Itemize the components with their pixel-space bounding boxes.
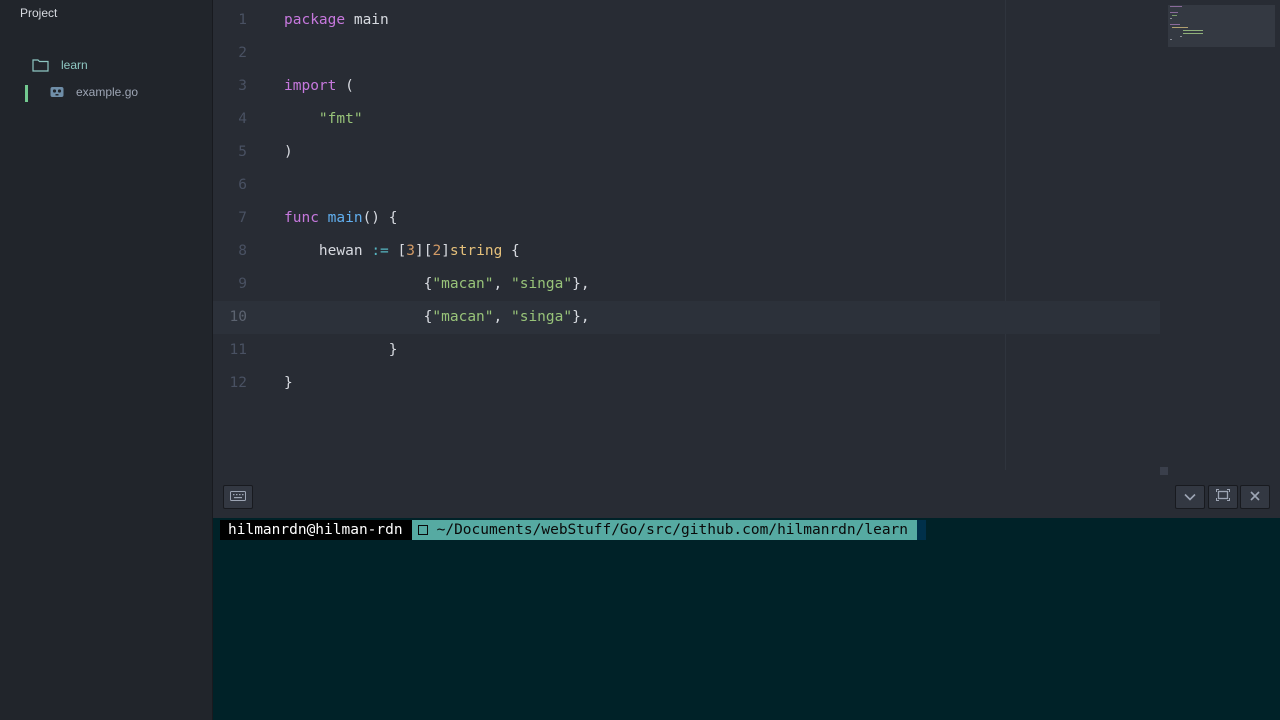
code-line[interactable]: 5) xyxy=(213,136,1160,169)
git-modified-marker xyxy=(25,85,28,102)
code-editor[interactable]: 1 package main 2 3 import (4 "fmt" 5) 6 7 func m… xyxy=(213,0,1280,478)
line-code: hewan := [3][2]string { xyxy=(284,235,520,268)
minimap[interactable] xyxy=(1168,5,1275,47)
code-token: , xyxy=(493,309,511,325)
scrollbar-corner xyxy=(1160,467,1168,475)
code-line[interactable]: 7 func main() { xyxy=(213,202,1160,235)
code-token: ( xyxy=(336,78,354,94)
code-token: } xyxy=(284,342,398,358)
code-token: string xyxy=(449,243,503,259)
atom-editor-window: Project learn example.go 1 package main … xyxy=(0,0,1280,720)
code-token: hewan xyxy=(284,243,372,259)
line-number: 2 xyxy=(238,45,247,61)
line-code: import ( xyxy=(284,70,354,103)
tree-folder-learn[interactable]: learn xyxy=(32,58,88,72)
line-code: } xyxy=(284,367,293,400)
code-token: ] xyxy=(441,243,450,259)
code-line[interactable]: 6 xyxy=(213,169,1160,202)
line-number: 1 xyxy=(238,12,247,28)
code-line[interactable]: 3 import ( xyxy=(213,70,1160,103)
prompt-path-segment: ~/Documents/webStuff/Go/src/github.com/h… xyxy=(411,520,918,540)
chevron-down-icon xyxy=(1184,488,1196,506)
prompt-path: ~/Documents/webStuff/Go/src/github.com/h… xyxy=(436,522,909,538)
maximize-icon xyxy=(1216,488,1230,506)
code-line[interactable]: 2 xyxy=(213,37,1160,70)
go-file-icon xyxy=(50,86,64,98)
code-token: "singa" xyxy=(510,276,573,292)
code-token: "singa" xyxy=(510,309,573,325)
code-token: import xyxy=(284,78,337,94)
keyboard-icon xyxy=(230,488,246,506)
code-token: 3 xyxy=(406,243,415,259)
code-token: }, xyxy=(572,276,590,292)
code-token: }, xyxy=(572,309,590,325)
code-line[interactable]: 10 {"macan", "singa"}, xyxy=(213,301,1160,334)
code-token: ) xyxy=(284,144,293,160)
line-number: 9 xyxy=(238,276,247,292)
code-token: package xyxy=(284,12,346,28)
code-token: main xyxy=(345,12,389,28)
code-line[interactable]: 1 package main xyxy=(213,4,1160,37)
code-line[interactable]: 12} xyxy=(213,367,1160,400)
code-token: } xyxy=(284,375,293,391)
tree-file-label: example.go xyxy=(76,85,139,99)
line-number: 5 xyxy=(238,144,247,160)
line-number: 8 xyxy=(238,243,247,259)
terminal-maximize-button[interactable] xyxy=(1208,485,1238,509)
close-icon xyxy=(1250,488,1260,506)
terminal-prompt: hilmanrdn@hilman-rdn ~/Documents/webStuf… xyxy=(220,520,927,540)
line-number: 4 xyxy=(238,111,247,127)
terminal-keyboard-button[interactable] xyxy=(223,485,253,509)
code-token: "fmt" xyxy=(318,111,363,127)
folder-icon xyxy=(32,58,49,72)
directory-icon xyxy=(417,525,428,535)
terminal-close-button[interactable] xyxy=(1240,485,1270,509)
code-token: { xyxy=(502,243,520,259)
code-token: [ xyxy=(388,243,407,259)
project-sidebar: Project learn example.go xyxy=(0,0,213,720)
line-code: func main() { xyxy=(284,202,398,235)
code-token: { xyxy=(284,276,433,292)
line-number: 12 xyxy=(229,375,247,391)
line-number: 3 xyxy=(238,78,247,94)
line-number: 6 xyxy=(238,177,247,193)
terminal-toolbar xyxy=(213,478,1280,518)
code-token: () { xyxy=(362,210,398,226)
terminal-cursor xyxy=(917,520,927,540)
code-token: := xyxy=(371,243,389,259)
line-code: ) xyxy=(284,136,293,169)
line-code: {"macan", "singa"}, xyxy=(284,268,590,301)
code-token: { xyxy=(284,309,433,325)
code-line[interactable]: 4 "fmt" xyxy=(213,103,1160,136)
prompt-user-host: hilmanrdn@hilman-rdn xyxy=(220,520,412,540)
code-token: "macan" xyxy=(432,276,494,292)
code-token: main xyxy=(327,210,363,226)
tree-folder-label: learn xyxy=(61,58,88,72)
line-number: 10 xyxy=(229,309,247,325)
terminal-panel[interactable]: hilmanrdn@hilman-rdn ~/Documents/webStuf… xyxy=(213,518,1280,720)
code-line[interactable]: 9 {"macan", "singa"}, xyxy=(213,268,1160,301)
code-token: 2 xyxy=(432,243,442,259)
line-code: package main xyxy=(284,4,389,37)
code-line[interactable]: 11 } xyxy=(213,334,1160,367)
line-code: "fmt" xyxy=(284,103,363,136)
code-token: "macan" xyxy=(432,309,494,325)
code-token: func xyxy=(284,210,319,226)
sidebar-title: Project xyxy=(20,6,58,20)
line-number: 7 xyxy=(238,210,247,226)
code-line[interactable]: 8 hewan := [3][2]string { xyxy=(213,235,1160,268)
tree-file-example-go[interactable]: example.go xyxy=(50,85,138,99)
terminal-minimize-button[interactable] xyxy=(1175,485,1205,509)
code-token: ][ xyxy=(414,243,433,259)
code-token: , xyxy=(493,276,511,292)
line-code: } xyxy=(284,334,398,367)
line-code: {"macan", "singa"}, xyxy=(284,301,590,334)
line-number: 11 xyxy=(229,342,247,358)
